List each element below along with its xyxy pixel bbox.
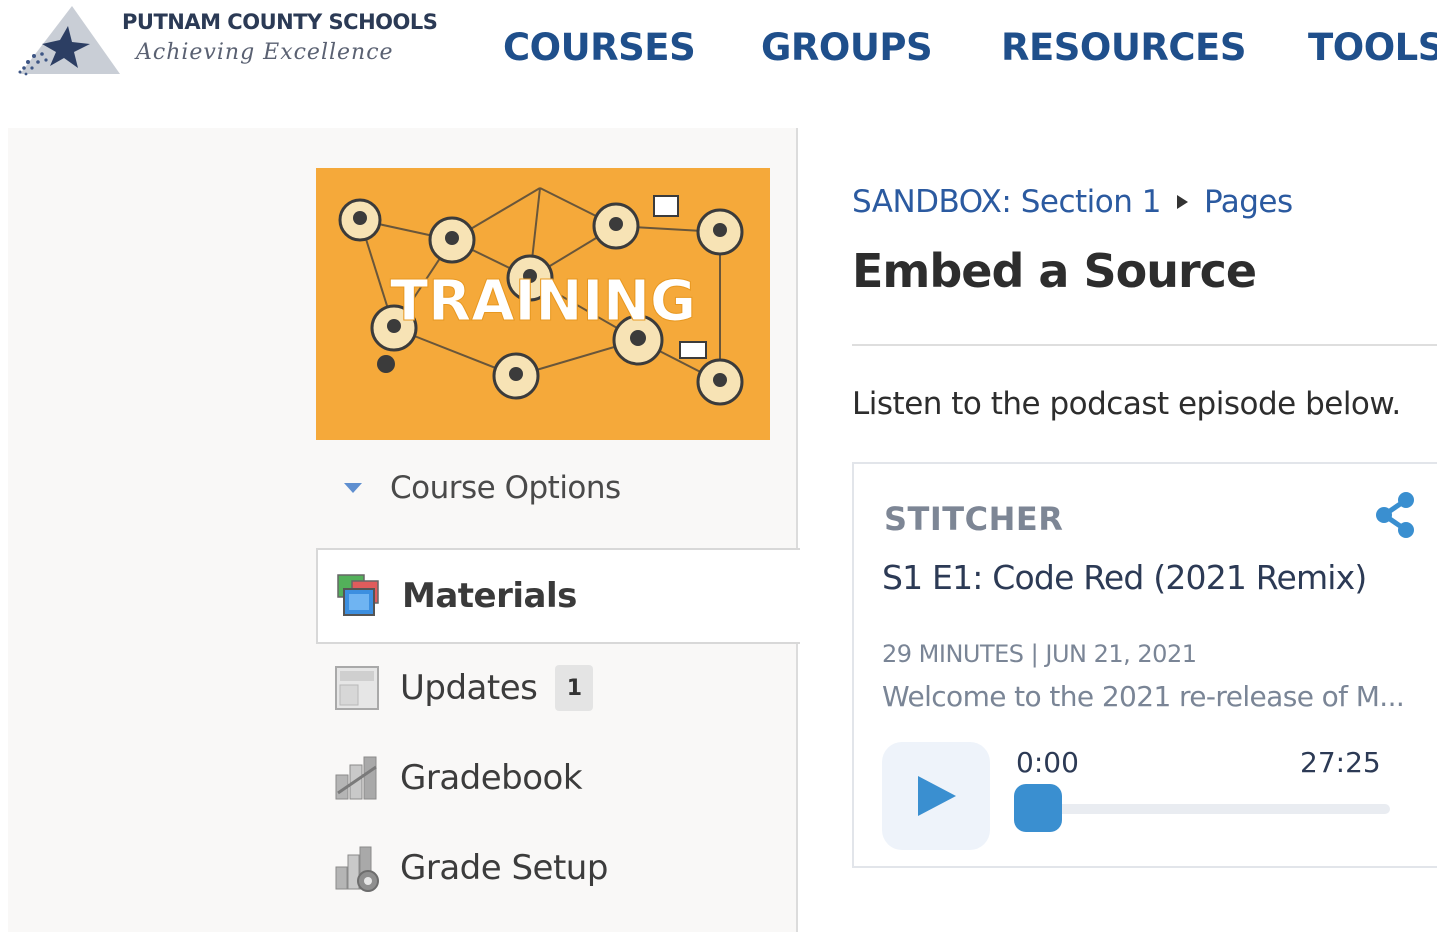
total-time: 27:25 (1300, 746, 1381, 779)
seek-handle[interactable] (1014, 784, 1062, 832)
title-divider (852, 344, 1437, 346)
share-icon[interactable] (1372, 490, 1418, 540)
page: PUTNAM COUNTY SCHOOLS Achieving Excellen… (0, 0, 1437, 932)
seek-bar[interactable] (1030, 804, 1390, 814)
nav-courses[interactable]: COURSES (503, 26, 696, 72)
course-image-text: TRAINING (390, 269, 696, 334)
sidebar-item-label: Materials (402, 576, 577, 616)
sidebar-item-label: Gradebook (400, 758, 583, 798)
updates-icon (332, 663, 382, 713)
sidebar-item-updates[interactable]: Updates 1 (316, 642, 800, 734)
current-time: 0:00 (1016, 746, 1079, 779)
caret-down-icon (344, 483, 362, 493)
sidebar-item-label: Grade Setup (400, 848, 608, 888)
training-illustration: TRAINING (338, 187, 744, 406)
player-brand: STITCHER (884, 500, 1064, 538)
episode-description: Welcome to the 2021 re-release of M... (882, 680, 1405, 713)
logo-tagline: Achieving Excellence (136, 40, 394, 65)
logo-star-icon (18, 6, 120, 76)
podcast-player: STITCHER S1 E1: Code Red (2021 Remix) 29… (852, 462, 1437, 868)
breadcrumb-pages[interactable]: Pages (1204, 184, 1293, 220)
breadcrumb-course[interactable]: SANDBOX: Section 1 (852, 184, 1161, 220)
grade-setup-icon (332, 843, 382, 893)
page-title: Embed a Source (852, 244, 1257, 298)
course-image: TRAINING (316, 168, 770, 440)
nav-groups[interactable]: GROUPS (761, 26, 933, 72)
sidebar-item-gradebook[interactable]: Gradebook (316, 732, 800, 824)
nav-resources[interactable]: RESOURCES (1001, 26, 1246, 72)
sidebar-item-materials[interactable]: Materials (316, 548, 800, 644)
top-header: PUTNAM COUNTY SCHOOLS Achieving Excellen… (0, 0, 1437, 100)
course-options-toggle[interactable]: Course Options (340, 468, 621, 508)
course-options-label: Course Options (390, 470, 621, 506)
updates-count-badge: 1 (555, 665, 594, 711)
intro-text: Listen to the podcast episode below. (852, 386, 1401, 422)
episode-title[interactable]: S1 E1: Code Red (2021 Remix) (882, 558, 1367, 597)
materials-icon (334, 571, 384, 621)
nav-tools[interactable]: TOOLS (1308, 26, 1437, 72)
gradebook-icon (332, 753, 382, 803)
breadcrumb: SANDBOX: Section 1 Pages (852, 184, 1293, 220)
sidebar-item-grade-setup[interactable]: Grade Setup (316, 822, 800, 914)
play-button[interactable] (882, 742, 990, 850)
school-logo[interactable]: PUTNAM COUNTY SCHOOLS Achieving Excellen… (12, 4, 452, 84)
episode-meta: 29 MINUTES | JUN 21, 2021 (882, 640, 1197, 668)
logo-name: PUTNAM COUNTY SCHOOLS (122, 10, 438, 34)
breadcrumb-arrow-icon (1176, 195, 1188, 209)
sidebar-item-label: Updates (400, 668, 538, 708)
play-icon (918, 776, 956, 816)
